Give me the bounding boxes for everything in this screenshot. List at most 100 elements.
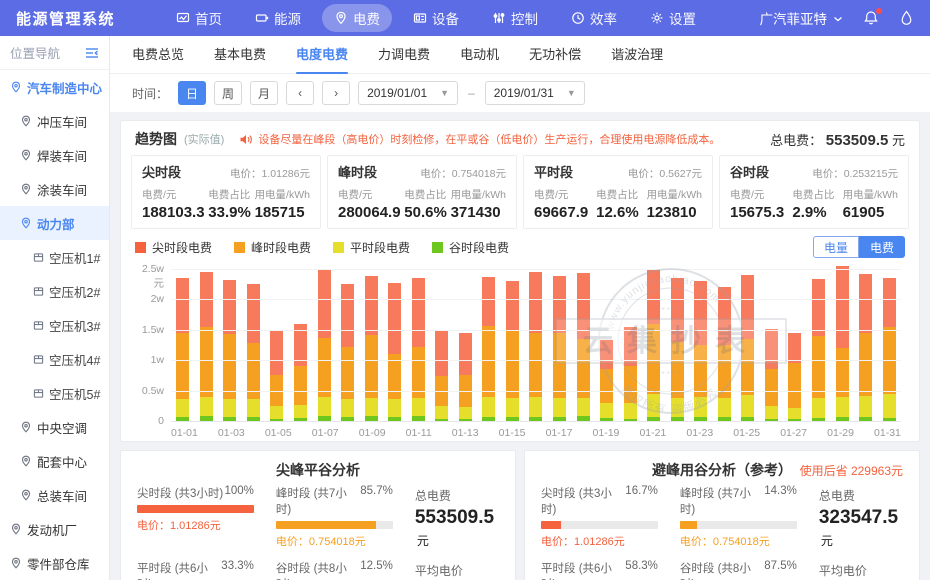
energy-label: 用电量/kWh — [255, 187, 310, 202]
metric-label: 峰时段 (共7小时) — [276, 485, 360, 517]
time-label: 时间： — [132, 85, 168, 102]
ratio-value: 2.9% — [792, 204, 834, 221]
nav-item-efficiency[interactable]: 效率 — [559, 4, 629, 32]
top-navigation-bar: 能源管理系统 首页 能源 电费 设备 控制 效率 设置 — [0, 0, 930, 36]
nav-item-electricity-fee[interactable]: 电费 — [322, 4, 392, 32]
tab-energy-fee[interactable]: 电度电费 — [296, 36, 348, 74]
x-axis-tick: 01-09 — [359, 427, 386, 439]
nav-label: 效率 — [590, 8, 617, 28]
nav-item-settings[interactable]: 设置 — [638, 4, 708, 32]
collapse-sidebar-icon[interactable] — [85, 47, 99, 59]
legend-swatch — [432, 242, 443, 253]
y-axis-tick: 0.5w — [142, 385, 164, 397]
bar-segment-平时段电费 — [859, 396, 872, 418]
chart-bars — [171, 269, 901, 421]
bar-segment-平时段电费 — [741, 395, 754, 416]
app-title: 能源管理系统 — [16, 8, 164, 29]
nav-label: 设置 — [669, 8, 696, 28]
toggle-energy-button[interactable]: 电量 — [813, 236, 859, 258]
progress-fill — [276, 521, 376, 529]
tree-label: 中央空调 — [37, 418, 87, 437]
stacked-bar-01-26 — [765, 329, 778, 421]
bar-segment-尖时段电费 — [365, 276, 378, 335]
tab-motor[interactable]: 电动机 — [460, 36, 499, 74]
nav-item-control[interactable]: 控制 — [480, 4, 550, 32]
bar-segment-尖时段电费 — [270, 330, 283, 376]
bar-segment-峰时段电费 — [624, 366, 637, 403]
tab-power-factor-fee[interactable]: 力调电费 — [378, 36, 430, 74]
company-dropdown[interactable]: 广汽菲亚特 — [760, 8, 844, 28]
nav-item-energy[interactable]: 能源 — [243, 4, 313, 32]
bar-segment-平时段电费 — [883, 394, 896, 418]
mode-day-button[interactable]: 日 — [178, 81, 206, 105]
tab-fee-overview[interactable]: 电费总览 — [132, 36, 184, 74]
bar-segment-尖时段电费 — [671, 278, 684, 342]
total-value: 323547.5 — [819, 507, 898, 528]
tab-reactive-compensation[interactable]: 无功补偿 — [529, 36, 581, 74]
water-drop-icon[interactable] — [899, 10, 914, 26]
y-axis-tick: 2.5w — [142, 263, 164, 275]
sidebar-item-compressor-1[interactable]: 空压机1# — [0, 240, 109, 274]
x-axis-tick: 01-05 — [265, 427, 292, 439]
x-axis-tick — [292, 427, 312, 439]
sidebar-item-painting-shop[interactable]: 涂装车间 — [0, 172, 109, 206]
start-date-select[interactable]: 2019/01/01 ▼ — [358, 81, 458, 105]
analysis-grid: 尖时段 (共3小时)16.7% 电价：1.01286元 峰时段 (共7小时)14… — [541, 485, 903, 580]
sidebar-item-compressor-4[interactable]: 空压机4# — [0, 342, 109, 376]
sidebar-item-compressor-3[interactable]: 空压机3# — [0, 308, 109, 342]
tree-label: 汽车制造中心 — [27, 78, 102, 97]
sidebar-item-power-department[interactable]: 动力部 — [0, 206, 109, 240]
mode-month-button[interactable]: 月 — [250, 81, 278, 105]
sidebar-item-compressor-2[interactable]: 空压机2# — [0, 274, 109, 308]
sidebar-item-stamping-shop[interactable]: 冲压车间 — [0, 104, 109, 138]
tab-harmonic-control[interactable]: 谐波治理 — [611, 36, 663, 74]
bar-segment-尖时段电费 — [694, 281, 707, 345]
x-axis-tick: 01-31 — [874, 427, 901, 439]
sidebar-item-support-center[interactable]: 配套中心 — [0, 444, 109, 478]
sidebar-item-compressor-5[interactable]: 空压机5# — [0, 376, 109, 410]
tree-label: 零件部仓库 — [27, 554, 90, 573]
mode-week-button[interactable]: 周 — [214, 81, 242, 105]
total-fee-label: 总电费： — [770, 133, 822, 148]
stacked-bar-01-23 — [694, 281, 707, 421]
next-period-button[interactable]: › — [322, 81, 350, 105]
nav-item-home[interactable]: 首页 — [164, 4, 234, 32]
legend-item-peak: 峰时段电费 — [234, 239, 311, 256]
bar-slot — [359, 269, 383, 421]
bar-segment-尖时段电费 — [341, 284, 354, 347]
sidebar-item-engine-plant[interactable]: 发动机厂 — [0, 512, 109, 546]
x-axis-tick: 01-19 — [593, 427, 620, 439]
bar-segment-峰时段电费 — [318, 338, 331, 397]
tree-label: 动力部 — [37, 214, 75, 233]
battery-icon — [255, 11, 269, 25]
sidebar-item-assembly-shop[interactable]: 总装车间 — [0, 478, 109, 512]
bar-slot — [218, 269, 242, 421]
bar-segment-尖时段电费 — [506, 281, 519, 330]
tab-basic-fee[interactable]: 基本电费 — [214, 36, 266, 74]
bar-segment-峰时段电费 — [694, 345, 707, 397]
prev-period-button[interactable]: ‹ — [286, 81, 314, 105]
end-date-select[interactable]: 2019/01/31 ▼ — [485, 81, 585, 105]
energy-fee-toggle: 电量 电费 — [813, 236, 905, 258]
legend-label: 平时段电费 — [350, 239, 410, 256]
bar-segment-尖时段电费 — [788, 333, 801, 363]
toggle-fee-button[interactable]: 电费 — [859, 236, 905, 258]
sidebar-item-auto-manufacturing-center[interactable]: 汽车制造中心 — [0, 70, 109, 104]
bar-slot — [171, 269, 195, 421]
location-pin-icon — [20, 115, 32, 127]
x-axis-tick — [386, 427, 406, 439]
stacked-bar-01-04 — [247, 284, 260, 421]
nav-item-devices[interactable]: 设备 — [401, 4, 471, 32]
total-fee: 总电费： 553509.5 元 — [770, 130, 905, 149]
bar-slot — [854, 269, 878, 421]
x-axis-tick: 01-01 — [171, 427, 198, 439]
card-price: 电价：0.5627元 — [628, 166, 702, 181]
bar-slot — [501, 269, 525, 421]
bar-segment-平时段电费 — [553, 398, 566, 418]
notifications-bell[interactable] — [863, 10, 879, 26]
sidebar-item-welding-shop[interactable]: 焊装车间 — [0, 138, 109, 172]
card-price: 电价：0.253215元 — [812, 166, 898, 181]
sidebar-item-central-aircon[interactable]: 中央空调 — [0, 410, 109, 444]
tree-label: 总装车间 — [37, 486, 87, 505]
sidebar-item-parts-warehouse[interactable]: 零件部仓库 — [0, 546, 109, 580]
